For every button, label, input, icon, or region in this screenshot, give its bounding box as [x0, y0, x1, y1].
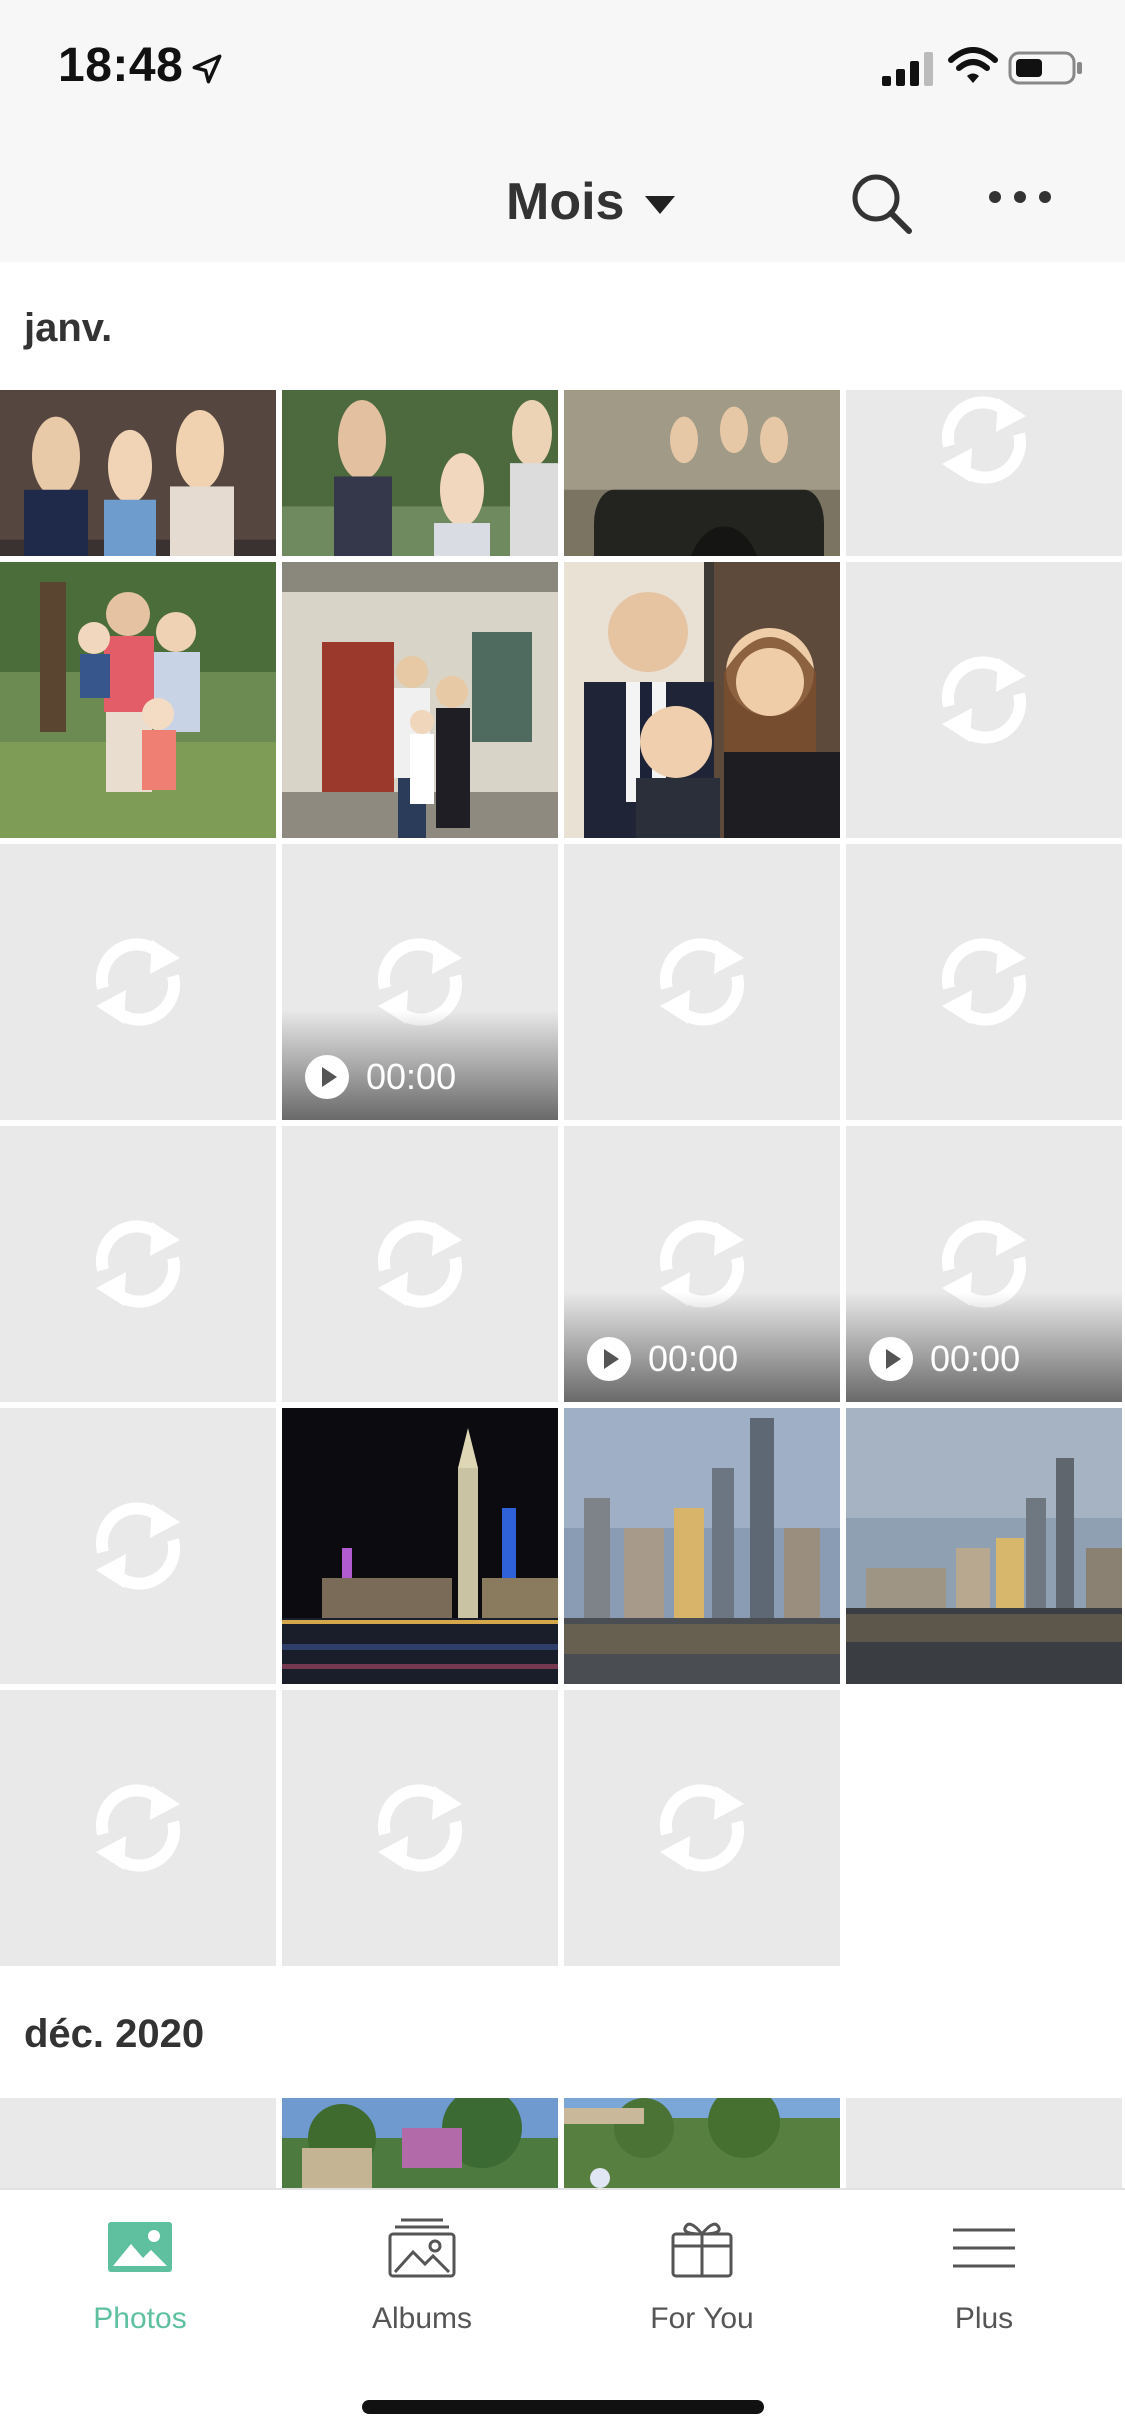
photo-placeholder[interactable]: [846, 844, 1122, 1120]
video-placeholder[interactable]: 00:00: [846, 1126, 1122, 1402]
photo-thumbnail[interactable]: [282, 390, 558, 556]
photo-thumbnail[interactable]: [282, 2098, 558, 2188]
photo-placeholder[interactable]: [846, 2098, 1122, 2188]
sync-icon: [941, 396, 1027, 484]
photo-placeholder[interactable]: [564, 1690, 840, 1966]
home-indicator: [362, 2400, 764, 2414]
photo-placeholder[interactable]: [0, 1408, 276, 1684]
photo-thumbnail[interactable]: [564, 562, 840, 838]
sync-icon: [377, 1220, 463, 1308]
status-time: 18:48: [58, 39, 184, 92]
top-bar: 18:48 Mois: [0, 0, 1125, 262]
photo-icon: [108, 2222, 172, 2272]
sync-icon: [659, 938, 745, 1026]
gift-icon: [671, 2222, 733, 2278]
photo-placeholder[interactable]: [846, 390, 1122, 556]
photo-placeholder[interactable]: [282, 1690, 558, 1966]
photo-placeholder[interactable]: [564, 844, 840, 1120]
photo-thumbnail[interactable]: [846, 1408, 1122, 1684]
more-options-icon[interactable]: [985, 182, 1055, 212]
sync-icon: [95, 1220, 181, 1308]
tab-label: For You: [650, 2302, 754, 2335]
video-duration: 00:00: [366, 1056, 457, 1097]
sync-icon: [659, 1784, 745, 1872]
tab-label: Albums: [371, 2302, 473, 2335]
view-mode-selector[interactable]: Mois: [506, 172, 624, 232]
photo-thumbnail[interactable]: [564, 1408, 840, 1684]
tab-label: Photos: [93, 2302, 187, 2335]
photo-thumbnail[interactable]: [564, 390, 840, 556]
sync-icon: [95, 1502, 181, 1590]
photo-thumbnail[interactable]: [0, 390, 276, 556]
photo-placeholder[interactable]: [0, 844, 276, 1120]
photo-placeholder[interactable]: [0, 2098, 276, 2188]
menu-icon: [953, 2228, 1015, 2268]
photo-thumbnail[interactable]: [0, 562, 276, 838]
tab-photos[interactable]: Photos: [30, 2216, 250, 2346]
caret-down-icon[interactable]: [645, 196, 675, 214]
month-header: janv.: [24, 306, 113, 350]
photo-thumbnail[interactable]: [564, 2098, 840, 2188]
play-icon: [587, 1337, 631, 1381]
location-arrow-icon: [192, 54, 222, 84]
play-icon: [305, 1055, 349, 1099]
photo-placeholder[interactable]: [846, 562, 1122, 838]
photo-placeholder[interactable]: [0, 1690, 276, 1966]
play-icon: [869, 1337, 913, 1381]
photo-placeholder[interactable]: [282, 1126, 558, 1402]
sync-icon: [95, 1784, 181, 1872]
tab-bar: Photos Albums For You Plus: [0, 2188, 1125, 2436]
photo-placeholder[interactable]: [0, 1126, 276, 1402]
sync-icon: [941, 938, 1027, 1026]
battery-icon: [1008, 51, 1082, 85]
albums-icon: [388, 2218, 456, 2278]
photo-thumbnail[interactable]: [282, 1408, 558, 1684]
cellular-signal-icon: [882, 52, 933, 86]
sync-icon: [941, 656, 1027, 744]
video-duration: 00:00: [648, 1338, 739, 1379]
sync-icon: [377, 1784, 463, 1872]
search-icon[interactable]: [846, 168, 916, 238]
photo-thumbnail[interactable]: [282, 562, 558, 838]
wifi-icon: [948, 47, 998, 83]
sync-icon: [95, 938, 181, 1026]
photo-timeline[interactable]: janv. 00:00 00:00 00:00 déc. 2020: [0, 262, 1125, 2188]
tab-label: Plus: [954, 2302, 1014, 2335]
tab-plus[interactable]: Plus: [874, 2216, 1094, 2346]
tab-for-you[interactable]: For You: [592, 2216, 812, 2346]
video-duration: 00:00: [930, 1338, 1021, 1379]
video-placeholder[interactable]: 00:00: [564, 1126, 840, 1402]
video-placeholder[interactable]: 00:00: [282, 844, 558, 1120]
tab-albums[interactable]: Albums: [312, 2216, 532, 2346]
month-header: déc. 2020: [24, 2012, 205, 2056]
